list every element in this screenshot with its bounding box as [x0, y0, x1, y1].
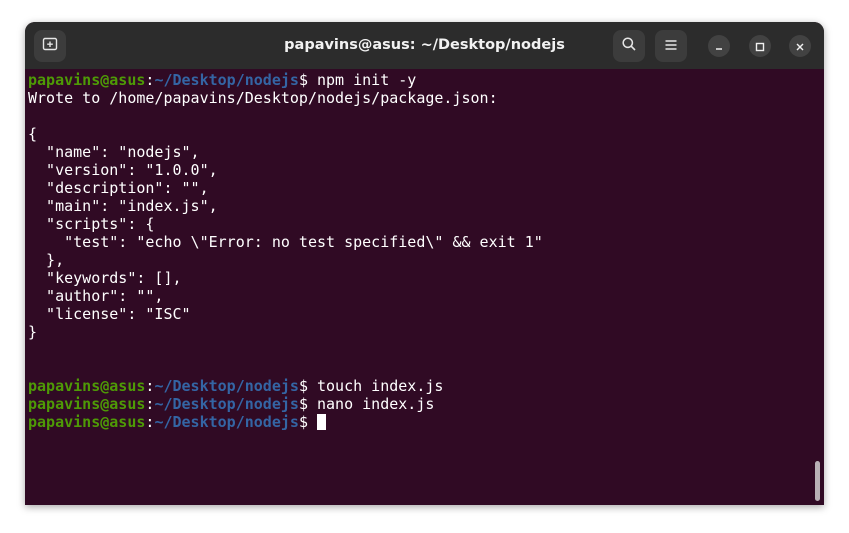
output-text: "name": "nodejs", — [28, 143, 200, 161]
prompt-user: papavins@asus — [28, 71, 146, 89]
output-line: "main": "index.js", — [28, 197, 543, 215]
prompt-symbol: $ — [298, 413, 317, 431]
output-line: "name": "nodejs", — [28, 143, 543, 161]
output-line: "keywords": [], — [28, 269, 543, 287]
prompt-user: papavins@asus — [28, 413, 146, 431]
output-line: "version": "1.0.0", — [28, 161, 543, 179]
output-line: "scripts": { — [28, 215, 543, 233]
search-button[interactable] — [613, 30, 645, 62]
hamburger-menu-icon — [664, 37, 678, 56]
prompt-user: papavins@asus — [28, 395, 146, 413]
output-text: }, — [28, 251, 65, 269]
output-line: } — [28, 323, 543, 341]
command-text: nano index.js — [317, 395, 435, 413]
new-tab-button[interactable] — [34, 30, 66, 62]
maximize-icon — [755, 37, 765, 56]
maximize-button[interactable] — [749, 35, 771, 57]
terminal-window: papavins@asus: ~/Desktop/nodejs papavins… — [25, 22, 824, 505]
command-text: npm init -y — [317, 71, 417, 89]
prompt-path: ~/Desktop/nodejs — [154, 377, 299, 395]
output-line: "test": "echo \"Error: no test specified… — [28, 233, 543, 251]
minimize-icon — [714, 37, 724, 56]
prompt-line: papavins@asus:~/Desktop/nodejs$ — [28, 413, 543, 431]
output-text: Wrote to /home/papavins/Desktop/nodejs/p… — [28, 89, 498, 107]
output-line: "author": "", — [28, 287, 543, 305]
terminal-output[interactable]: papavins@asus:~/Desktop/nodejs$ npm init… — [25, 69, 824, 505]
close-button[interactable] — [789, 35, 811, 57]
search-icon — [621, 36, 637, 56]
output-line: "license": "ISC" — [28, 305, 543, 323]
output-text: "main": "index.js", — [28, 197, 218, 215]
prompt-symbol: $ — [298, 71, 317, 89]
close-icon — [795, 37, 805, 56]
title-bar: papavins@asus: ~/Desktop/nodejs — [25, 22, 824, 69]
output-line: "description": "", — [28, 179, 543, 197]
new-tab-icon — [42, 36, 58, 56]
text-cursor — [317, 414, 326, 430]
scrollbar[interactable] — [815, 461, 820, 501]
prompt-line: papavins@asus:~/Desktop/nodejs$ nano ind… — [28, 395, 543, 413]
output-text: "description": "", — [28, 179, 209, 197]
prompt-user: papavins@asus — [28, 377, 146, 395]
window-title: papavins@asus: ~/Desktop/nodejs — [284, 37, 565, 53]
output-text: "scripts": { — [28, 215, 155, 233]
output-line: { — [28, 125, 543, 143]
output-text: { — [28, 125, 38, 143]
terminal-lines: papavins@asus:~/Desktop/nodejs$ npm init… — [28, 71, 543, 431]
output-line: Wrote to /home/papavins/Desktop/nodejs/p… — [28, 89, 543, 107]
command-text: touch index.js — [317, 377, 444, 395]
minimize-button[interactable] — [708, 35, 730, 57]
prompt-symbol: $ — [298, 377, 317, 395]
output-text: "author": "", — [28, 287, 164, 305]
prompt-symbol: $ — [298, 395, 317, 413]
output-text: "version": "1.0.0", — [28, 161, 218, 179]
output-line: }, — [28, 251, 543, 269]
prompt-line: papavins@asus:~/Desktop/nodejs$ npm init… — [28, 71, 543, 89]
prompt-line: papavins@asus:~/Desktop/nodejs$ touch in… — [28, 377, 543, 395]
prompt-path: ~/Desktop/nodejs — [154, 395, 299, 413]
prompt-path: ~/Desktop/nodejs — [154, 71, 299, 89]
menu-button[interactable] — [655, 30, 687, 62]
prompt-path: ~/Desktop/nodejs — [154, 413, 299, 431]
output-text: } — [28, 323, 38, 341]
output-text: "keywords": [], — [28, 269, 182, 287]
output-text: "test": "echo \"Error: no test specified… — [28, 233, 543, 251]
output-text: "license": "ISC" — [28, 305, 191, 323]
